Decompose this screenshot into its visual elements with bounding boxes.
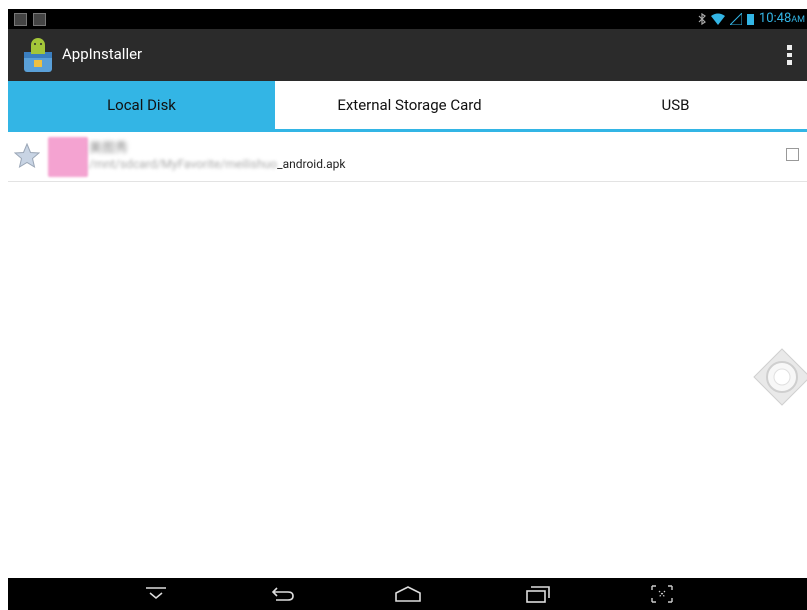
status-bar: 10:48AM xyxy=(8,9,807,29)
bluetooth-icon xyxy=(698,12,706,25)
star-icon[interactable] xyxy=(14,143,40,169)
recents-icon[interactable] xyxy=(522,583,552,605)
back-icon[interactable] xyxy=(266,583,296,605)
tab-usb[interactable]: USB xyxy=(544,81,807,129)
overflow-menu-icon[interactable] xyxy=(787,45,793,66)
notification-app-icon xyxy=(14,13,27,26)
battery-icon xyxy=(746,13,754,25)
tab-external-storage-card[interactable]: External Storage Card xyxy=(275,81,544,129)
apk-title: 美图秀 xyxy=(89,141,129,156)
screen: 10:48AM AppInstaller Local Disk External… xyxy=(8,9,807,610)
apk-path: /mnt/sdcard/MyFavorite/meilishuo_android… xyxy=(89,157,346,171)
joystick-icon[interactable] xyxy=(752,347,807,407)
app-title: AppInstaller xyxy=(62,45,143,63)
system-nav-bar xyxy=(8,578,807,610)
list-item[interactable]: 美图秀 /mnt/sdcard/MyFavorite/meilishuo_and… xyxy=(8,133,807,182)
screenshot-icon[interactable] xyxy=(647,583,677,605)
select-checkbox[interactable] xyxy=(786,148,799,161)
tab-local-disk[interactable]: Local Disk xyxy=(8,81,275,129)
wifi-icon xyxy=(710,13,725,25)
clock: 10:48AM xyxy=(758,11,805,26)
notification-icons xyxy=(14,13,46,26)
hide-keyboard-icon[interactable] xyxy=(141,583,171,605)
notification-image-icon xyxy=(33,13,46,26)
action-bar: AppInstaller xyxy=(8,29,807,81)
signal-icon xyxy=(729,12,742,25)
android-installer-app-icon[interactable] xyxy=(21,36,55,74)
system-status: 10:48AM xyxy=(698,11,805,26)
apk-thumbnail xyxy=(48,137,88,177)
home-icon[interactable] xyxy=(393,583,423,605)
tab-bar: Local Disk External Storage Card USB xyxy=(8,81,807,132)
